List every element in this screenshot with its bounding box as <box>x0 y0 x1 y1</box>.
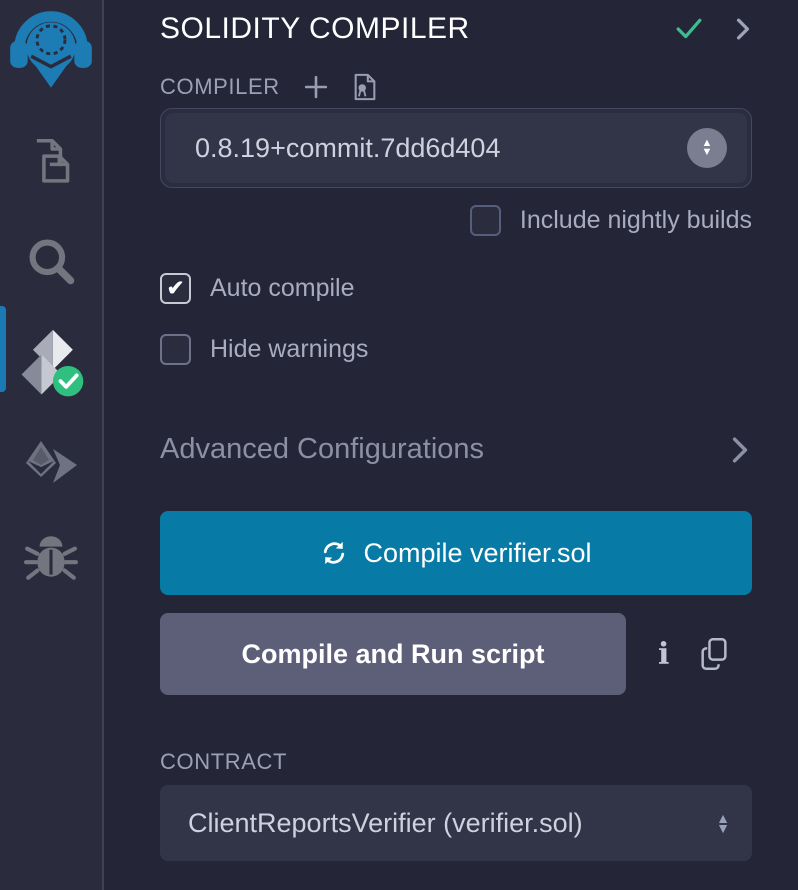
compile-button-label: Compile verifier.sol <box>363 538 591 569</box>
sidebar-item-file-explorer[interactable] <box>25 136 77 188</box>
refresh-icon <box>320 539 348 567</box>
icon-sidebar <box>0 0 104 890</box>
copy-icon[interactable] <box>699 637 729 671</box>
include-nightly-checkbox[interactable] <box>470 205 501 236</box>
remix-logo[interactable] <box>9 6 93 90</box>
sidebar-item-debugger[interactable] <box>24 532 78 584</box>
sidebar-item-deploy-and-run[interactable] <box>21 438 81 492</box>
file-explorer-icon <box>25 136 77 188</box>
sidebar-item-solidity-compiler[interactable] <box>13 326 89 404</box>
sidebar-item-search[interactable] <box>24 234 78 288</box>
arrow-down-icon: ▼ <box>716 823 730 834</box>
include-nightly-label[interactable]: Include nightly builds <box>520 206 752 235</box>
compile-and-run-button[interactable]: Compile and Run script <box>160 613 626 695</box>
include-nightly-row: Include nightly builds <box>160 205 752 236</box>
hide-warnings-checkbox[interactable] <box>160 334 191 365</box>
debugger-icon <box>24 532 78 584</box>
remix-window: SOLIDITY COMPILER COMPILER <box>0 0 798 890</box>
contract-select-value: ClientReportsVerifier (verifier.sol) <box>188 808 583 839</box>
version-select-toggle-icon[interactable]: ▲ ▼ <box>687 128 727 168</box>
compiler-version-select[interactable]: 0.8.19+commit.7dd6d404 ▲ ▼ <box>165 113 747 183</box>
contract-select[interactable]: ClientReportsVerifier (verifier.sol) ▲ ▼ <box>160 785 752 861</box>
panel-chevron-right-icon[interactable] <box>736 18 750 40</box>
compiler-section-label: COMPILER <box>160 74 280 100</box>
auto-compile-checkbox[interactable]: ✔ <box>160 273 191 304</box>
compiler-label-row: COMPILER <box>160 73 752 101</box>
compiled-check-icon <box>676 17 702 41</box>
compile-button[interactable]: Compile verifier.sol <box>160 511 752 595</box>
hide-warnings-label[interactable]: Hide warnings <box>210 335 368 364</box>
checkmark-icon: ✔ <box>167 278 185 299</box>
contract-select-arrows-icon: ▲ ▼ <box>716 813 730 834</box>
advanced-configurations-label: Advanced Configurations <box>160 433 484 466</box>
compiler-version-value: 0.8.19+commit.7dd6d404 <box>195 133 500 164</box>
advanced-chevron-right-icon <box>732 437 748 463</box>
active-plugin-indicator <box>0 306 6 392</box>
deploy-and-run-icon <box>21 438 81 492</box>
panel-titlebar: SOLIDITY COMPILER <box>160 12 752 46</box>
hide-warnings-row: Hide warnings <box>160 334 752 365</box>
solidity-compiler-panel: SOLIDITY COMPILER COMPILER <box>104 0 798 890</box>
add-compiler-icon[interactable] <box>304 75 328 99</box>
info-icon[interactable]: i <box>658 637 669 672</box>
remix-logo-icon <box>9 6 93 90</box>
arrow-down-icon: ▼ <box>702 148 713 157</box>
solidity-compiler-icon <box>13 326 89 404</box>
contract-section-label: CONTRACT <box>160 749 752 775</box>
auto-compile-label[interactable]: Auto compile <box>210 274 355 303</box>
compile-and-run-row: Compile and Run script i <box>160 613 752 695</box>
compiler-license-file-icon[interactable] <box>352 73 378 101</box>
compiler-version-select-wrapper: 0.8.19+commit.7dd6d404 ▲ ▼ <box>160 108 752 188</box>
compile-success-badge <box>53 366 83 396</box>
advanced-configurations-toggle[interactable]: Advanced Configurations <box>160 433 752 466</box>
panel-title: SOLIDITY COMPILER <box>160 12 470 46</box>
search-icon <box>24 234 78 288</box>
auto-compile-row: ✔ Auto compile <box>160 273 752 304</box>
